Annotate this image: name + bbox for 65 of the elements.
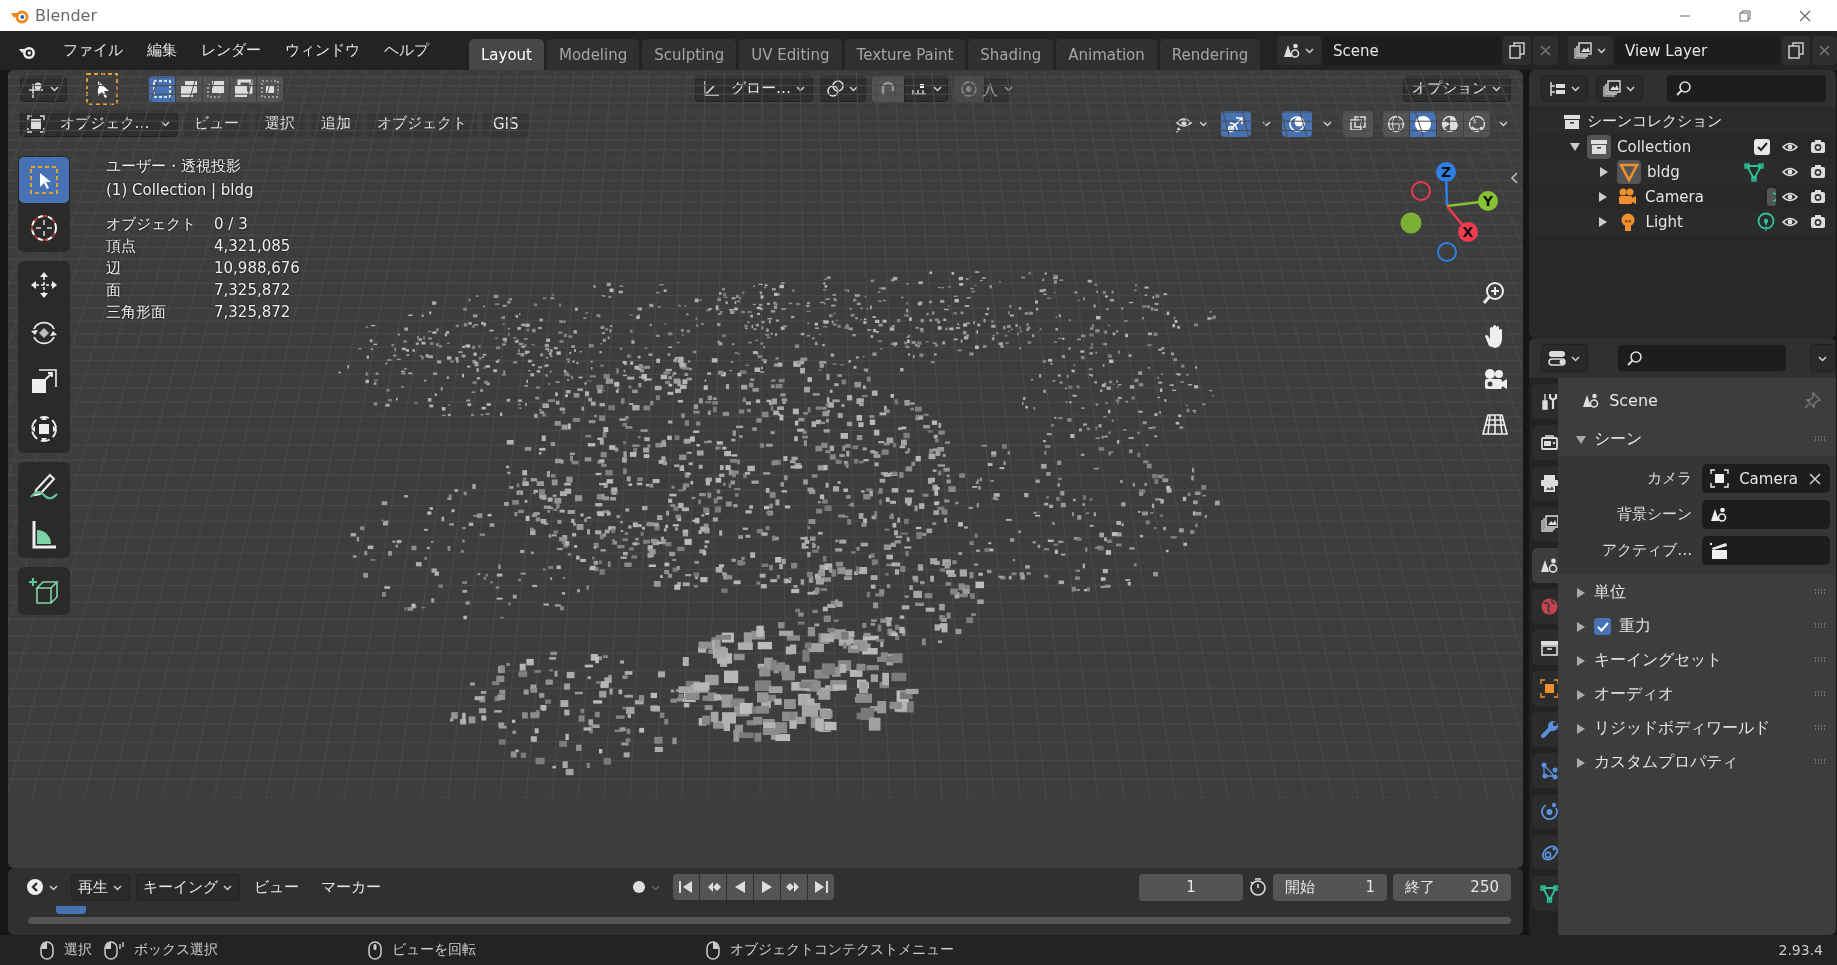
- menu-item[interactable]: ファイル: [51, 35, 135, 66]
- menu-dropdown[interactable]: 再生: [71, 873, 130, 901]
- view-layer-name-field[interactable]: View Layer: [1615, 36, 1780, 65]
- field-label: カメラ: [1646, 469, 1693, 488]
- panel-title: キーイングセット: [1594, 649, 1723, 671]
- workspace-tab[interactable]: UV Editing: [739, 39, 842, 70]
- tree-label[interactable]: Collection: [1617, 137, 1692, 156]
- stat-label: オブジェクト: [106, 214, 197, 235]
- window-title: Blender: [35, 6, 97, 25]
- workspace-tab[interactable]: Animation: [1056, 39, 1157, 70]
- menu-item[interactable]: マーカー: [313, 873, 389, 901]
- panel-title: カスタムプロパティ: [1594, 751, 1739, 773]
- navigation-gizmo[interactable]: Z Y X: [1400, 162, 1498, 262]
- current-frame-field[interactable]: 1: [1139, 873, 1243, 901]
- menu-item[interactable]: 編集: [135, 35, 189, 66]
- stat-label: 頂点: [106, 236, 137, 257]
- axis-label: Y: [1482, 193, 1494, 209]
- stat-value: 0 / 3: [214, 214, 249, 235]
- workspace-tab[interactable]: Texture Paint: [844, 39, 966, 70]
- field-label: アクティブ…: [1601, 541, 1693, 560]
- workspace-tab[interactable]: Sculpting: [642, 39, 737, 70]
- field-value: 250: [1470, 878, 1499, 896]
- stat-value: 7,325,872: [214, 280, 292, 301]
- hint-label: ボックス選択: [134, 941, 218, 959]
- stat-value: 10,988,676: [214, 258, 300, 279]
- object-field[interactable]: Camera: [1702, 464, 1830, 493]
- field-label: 背景シーン: [1616, 505, 1693, 524]
- stat-value: 4,321,085: [214, 236, 292, 257]
- stat-label: 辺: [106, 258, 122, 279]
- context-label: Scene: [1609, 390, 1658, 410]
- view-name: ユーザー・透視投影: [106, 156, 242, 177]
- axis-label: Z: [1440, 164, 1452, 180]
- hint-label: ビューを回転: [392, 941, 476, 959]
- workspace-tab[interactable]: Shading: [968, 39, 1054, 70]
- tree-label[interactable]: bldg: [1647, 162, 1680, 181]
- menu-item[interactable]: ビュー: [246, 873, 307, 901]
- panel-title: 重力: [1619, 615, 1652, 637]
- stat-value: 7,325,872: [214, 302, 292, 323]
- field-label: 開始: [1285, 877, 1315, 897]
- workspace-tab[interactable]: Rendering: [1159, 39, 1261, 70]
- axis-label: X: [1462, 224, 1474, 240]
- panel-title: リジッドボディワールド: [1594, 717, 1771, 739]
- hint-label: オブジェクトコンテクストメニュー: [730, 941, 954, 959]
- workspace-tab[interactable]: Modeling: [547, 39, 640, 70]
- menu-item[interactable]: ヘルプ: [372, 35, 441, 66]
- field-value: 1: [1365, 878, 1375, 896]
- tree-label: シーンコレクション: [1587, 112, 1722, 131]
- version-label: 2.93.4: [1778, 942, 1823, 958]
- tree-label[interactable]: Camera: [1645, 187, 1704, 206]
- panel-title: 単位: [1594, 581, 1627, 603]
- start-frame-field[interactable]: 開始 1: [1273, 873, 1387, 901]
- menu-item[interactable]: レンダー: [189, 35, 273, 66]
- tree-label[interactable]: Light: [1645, 212, 1683, 231]
- field-label: 終了: [1405, 877, 1435, 897]
- end-frame-field[interactable]: 終了 250: [1393, 873, 1511, 901]
- panel-title: オーディオ: [1594, 683, 1675, 705]
- stat-label: 三角形面: [106, 302, 167, 323]
- panel-title: シーン: [1594, 428, 1643, 450]
- workspace-tab[interactable]: Layout: [469, 39, 544, 70]
- stat-label: 面: [106, 280, 122, 301]
- hint-label: 選択: [64, 941, 92, 959]
- scene-name-field[interactable]: Scene: [1323, 36, 1501, 65]
- menu-item[interactable]: ウィンドウ: [273, 35, 372, 66]
- context-label: (1) Collection | bldg: [106, 180, 255, 201]
- menu-dropdown[interactable]: キーイング: [136, 873, 240, 901]
